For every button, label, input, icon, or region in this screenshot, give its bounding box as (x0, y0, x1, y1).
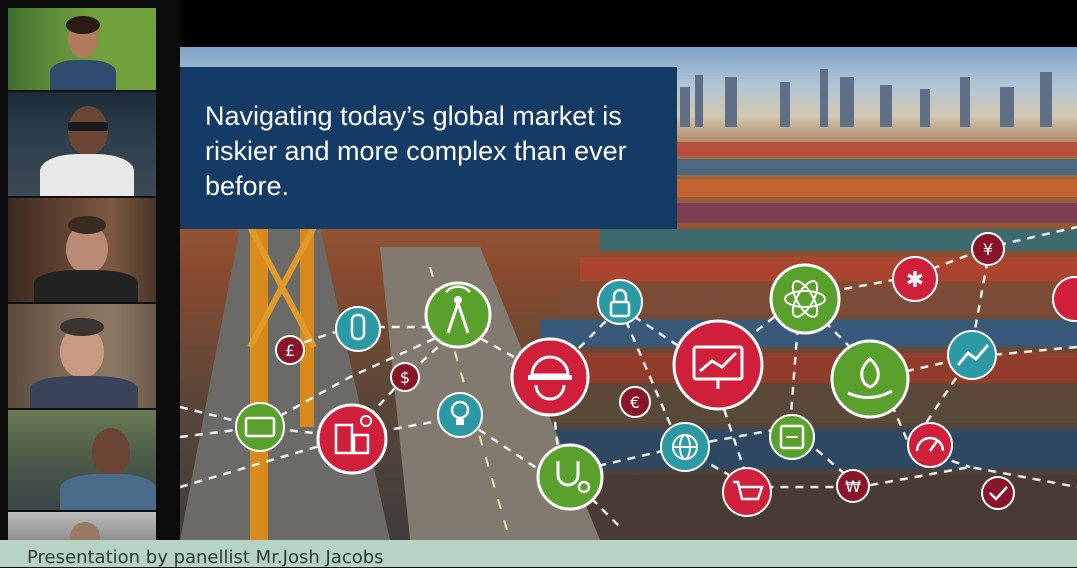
edge-icon (1052, 276, 1077, 322)
test-tube-icon (335, 306, 381, 352)
credit-card-icon (235, 402, 285, 452)
participant-tile-4[interactable] (8, 304, 156, 408)
hand-plant-icon (830, 339, 910, 419)
participant-tile-6[interactable] (8, 512, 156, 540)
svg-text:✱: ✱ (906, 268, 924, 293)
svg-text:¥: ¥ (983, 240, 993, 259)
participant-tile-2[interactable] (8, 92, 156, 196)
svg-text:$: $ (400, 368, 410, 387)
yen-icon: ¥ (971, 232, 1005, 266)
checkmark-icon (981, 476, 1015, 510)
participant-face (68, 106, 108, 156)
pound-icon: £ (275, 335, 305, 365)
city-skyline (680, 69, 1052, 127)
trend-up-icon (947, 330, 997, 380)
participant-tile-3[interactable] (8, 198, 156, 302)
lightbulb-icon (437, 392, 483, 438)
monitor-chart-icon (672, 319, 764, 411)
signal-tower-icon (424, 281, 492, 349)
lock-icon (597, 279, 643, 325)
globe-icon (660, 422, 710, 472)
participant-hair (60, 318, 104, 336)
participant-hair (66, 16, 100, 34)
euro-icon: € (619, 386, 651, 418)
caption-bar: Presentation by panellist Mr.Josh Jacobs (0, 540, 1077, 568)
gauge-icon (907, 422, 953, 468)
shopping-cart-icon (722, 467, 772, 517)
atom-icon (769, 263, 841, 335)
participant-body (30, 376, 138, 408)
participant-face (92, 428, 130, 476)
presentation-slide: £ $ € ₩ ✱ ¥ Navigating today’s global ma… (180, 47, 1077, 540)
participant-glasses (68, 122, 108, 131)
participant-strip (8, 8, 156, 540)
svg-text:₩: ₩ (845, 477, 861, 496)
svg-text:£: £ (285, 341, 295, 360)
dollar-icon: $ (390, 362, 420, 392)
won-icon: ₩ (836, 469, 870, 503)
participant-body (60, 474, 156, 510)
participant-body (50, 60, 116, 90)
participant-hair (68, 216, 106, 234)
slide-title-box: Navigating today’s global market is risk… (180, 67, 677, 229)
participant-tile-5[interactable] (8, 410, 156, 510)
circuit-board-icon (769, 414, 815, 460)
worker-helmet-icon (510, 337, 590, 417)
stethoscope-icon (536, 443, 604, 511)
video-top-black-bar (180, 0, 1077, 47)
caption-text: Presentation by panellist Mr.Josh Jacobs (27, 547, 384, 568)
participant-tile-1[interactable] (8, 8, 156, 90)
participant-body (34, 270, 138, 302)
slide-title: Navigating today’s global market is risk… (205, 101, 627, 201)
buildings-icon (316, 403, 388, 475)
participant-body (40, 154, 134, 196)
medical-cross-icon: ✱ (892, 256, 938, 302)
svg-text:€: € (630, 393, 640, 412)
